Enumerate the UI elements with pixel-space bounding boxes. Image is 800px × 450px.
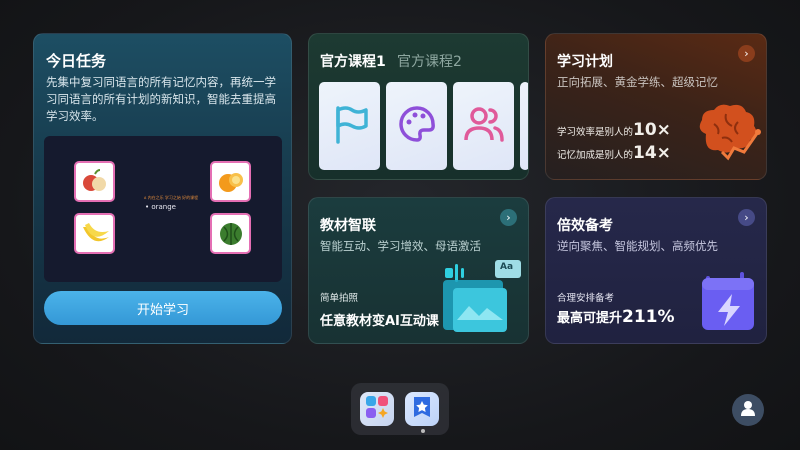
chevron-right-icon: › (744, 47, 749, 60)
course-thumbnail[interactable] (453, 82, 514, 170)
star-app-icon (409, 394, 435, 424)
textbook-badge: Aa (500, 262, 514, 272)
chevron-right-icon: › (744, 211, 749, 224)
textbook-subtitle: 智能互动、学习增效、母语激活 (320, 239, 481, 253)
textbook-headline: 任意教材变AI互动课 (320, 314, 439, 329)
exam-headline: 最高可提升211% (557, 307, 675, 327)
textbook-arrow-button[interactable]: › (500, 209, 517, 226)
users-icon (463, 104, 505, 148)
today-task-card[interactable]: 今日任务 先集中复习同语言的所有记忆内容，再统一学习同语言的所有计划的新知识，智… (33, 33, 292, 344)
dock-app-favorites[interactable] (405, 392, 439, 426)
user-icon (738, 398, 758, 422)
preview-caption: ᴀ 内在之乐 学习之始 好的课程 (144, 195, 199, 200)
orange-icon (210, 161, 251, 202)
exam-headline-value: 211% (622, 307, 675, 327)
active-app-indicator (421, 429, 425, 433)
apps-grid-icon (364, 394, 390, 424)
watermelon-icon (210, 213, 251, 254)
exam-title: 倍效备考 (557, 218, 613, 234)
efficiency-stat-label: 学习效率是别人的 (557, 127, 634, 138)
textbook-link-card[interactable]: 教材智联 智能互动、学习增效、母语激活 › 简单拍照 任意教材变AI互动课 Aa (308, 197, 529, 344)
memory-stat-value: 14× (633, 143, 671, 163)
banana-icon (74, 213, 115, 254)
efficiency-stat: 学习效率是别人的10× (557, 120, 671, 140)
study-plan-subtitle: 正向拓展、黄金学练、超级记忆 (557, 75, 718, 89)
flag-icon (332, 104, 368, 148)
user-avatar-button[interactable] (732, 394, 764, 426)
preview-word: • orange (145, 203, 176, 211)
textbook-label: 简单拍照 (320, 293, 359, 304)
textbook-title: 教材智联 (320, 218, 376, 234)
tab-official-course-1[interactable]: 官方课程1 (320, 51, 386, 71)
study-plan-arrow-button[interactable]: › (738, 45, 755, 62)
brain-growth-icon (692, 100, 764, 174)
course-thumbnail[interactable] (319, 82, 380, 170)
today-task-title: 今日任务 (46, 52, 107, 70)
apple-icon (74, 161, 115, 202)
study-plan-title: 学习计划 (557, 54, 613, 70)
efficiency-stat-value: 10× (633, 120, 671, 140)
today-task-description: 先集中复习同语言的所有记忆内容，再统一学习同语言的所有计划的新知识，智能去重提高… (46, 75, 276, 123)
course-thumbnail[interactable] (520, 82, 528, 170)
exam-label: 合理安排备考 (557, 293, 615, 304)
exam-prep-card[interactable]: 倍效备考 逆向聚焦、智能规划、高频优先 › 合理安排备考 最高可提升211% (545, 197, 767, 344)
memory-stat-label: 记忆加成是别人的 (557, 150, 634, 161)
memory-stat: 记忆加成是别人的14× (557, 143, 671, 163)
official-courses-card[interactable]: 官方课程1 官方课程2 (308, 33, 529, 180)
app-dock (351, 383, 449, 435)
exam-subtitle: 逆向聚焦、智能规划、高频优先 (557, 239, 718, 253)
calendar-bolt-icon (698, 266, 758, 336)
tab-official-course-2[interactable]: 官方课程2 (397, 51, 462, 71)
exam-headline-label: 最高可提升 (557, 311, 623, 326)
start-learning-button[interactable]: 开始学习 (44, 291, 282, 325)
dock-app-apps[interactable] (360, 392, 394, 426)
chevron-right-icon: › (506, 211, 511, 224)
today-task-preview: ᴀ 内在之乐 学习之始 好的课程 • orange (44, 136, 282, 282)
study-plan-card[interactable]: 学习计划 正向拓展、黄金学练、超级记忆 › 学习效率是别人的10× 记忆加成是别… (545, 33, 767, 180)
exam-arrow-button[interactable]: › (738, 209, 755, 226)
palette-icon (397, 104, 437, 148)
course-thumbnail[interactable] (386, 82, 447, 170)
